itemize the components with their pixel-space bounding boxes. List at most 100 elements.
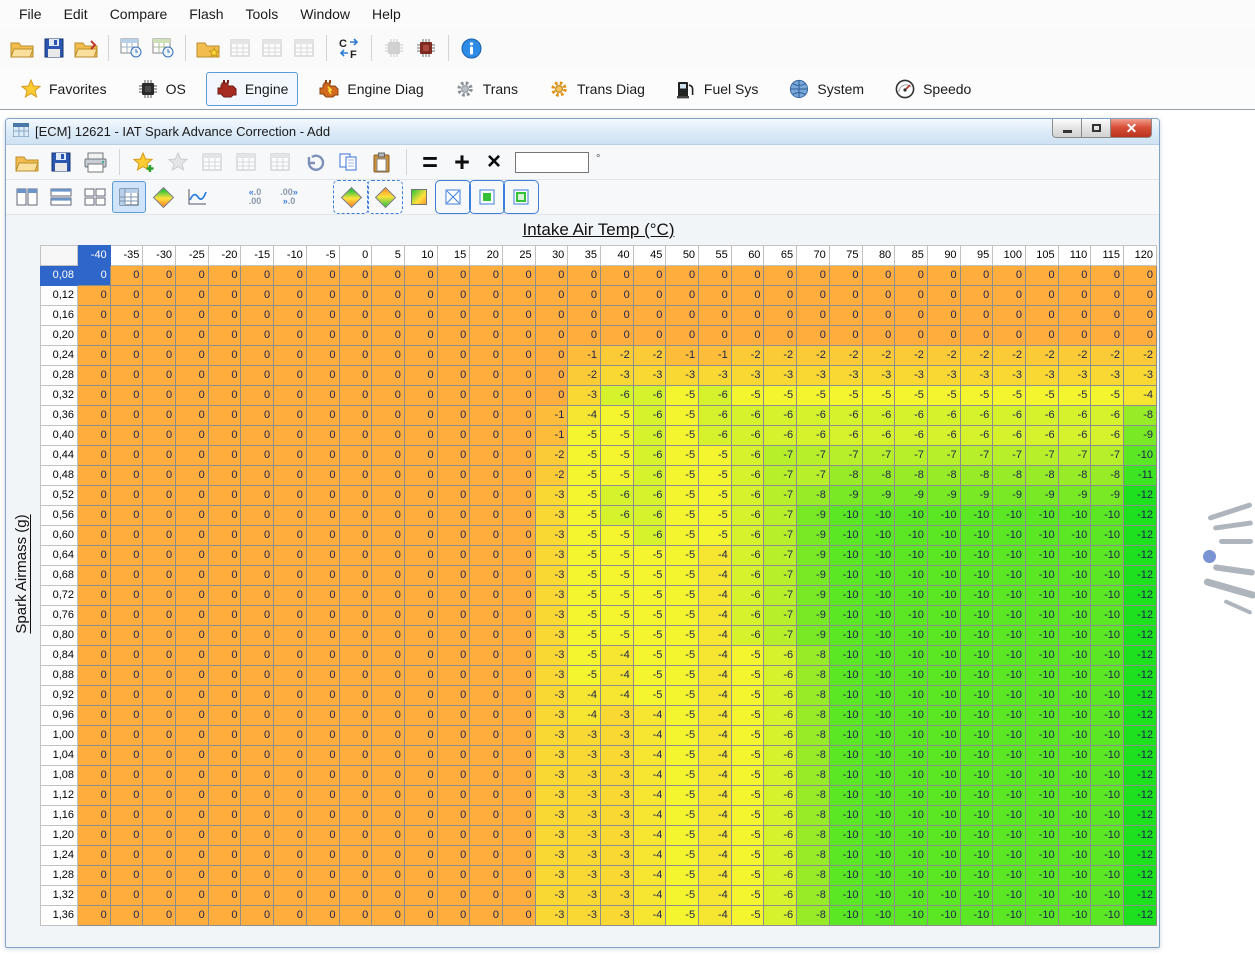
cell[interactable]: -6 [633, 486, 666, 506]
cell[interactable]: 0 [470, 766, 503, 786]
cell[interactable]: -5 [666, 686, 699, 706]
cell[interactable]: -9 [797, 526, 830, 546]
cell[interactable]: -10 [829, 906, 862, 926]
cell[interactable]: -6 [895, 426, 928, 446]
cell[interactable]: 0 [372, 546, 405, 566]
cell[interactable]: 0 [176, 686, 209, 706]
info-button[interactable] [455, 33, 487, 63]
cell[interactable]: 0 [797, 306, 830, 326]
cell[interactable]: -4 [601, 646, 634, 666]
cell[interactable]: 0 [437, 846, 470, 866]
cell[interactable]: 0 [208, 526, 241, 546]
cell[interactable]: 0 [502, 686, 535, 706]
cell[interactable]: -10 [927, 886, 960, 906]
cell[interactable]: 0 [176, 386, 209, 406]
cell[interactable]: -4 [699, 906, 732, 926]
maximize-button[interactable] [1082, 119, 1110, 138]
cell[interactable]: 0 [699, 326, 732, 346]
cell[interactable]: -3 [535, 906, 568, 926]
cell[interactable]: 0 [110, 846, 143, 866]
print-button[interactable] [79, 147, 111, 177]
cell[interactable]: 0 [372, 486, 405, 506]
table-button-2[interactable] [256, 33, 288, 63]
col-header-55[interactable]: 55 [699, 246, 732, 266]
cell[interactable]: -12 [1124, 546, 1157, 566]
cell[interactable]: 0 [633, 326, 666, 346]
cell[interactable]: 0 [78, 866, 111, 886]
cell[interactable]: -10 [1058, 906, 1091, 926]
row-header-0,40[interactable]: 0,40 [41, 426, 78, 446]
cell[interactable]: 0 [110, 586, 143, 606]
col-header--15[interactable]: -15 [241, 246, 274, 266]
cell[interactable]: 0 [502, 726, 535, 746]
cell[interactable]: 0 [306, 806, 339, 826]
cell[interactable]: 0 [699, 266, 732, 286]
cell[interactable]: 0 [143, 806, 176, 826]
cell[interactable]: -5 [927, 386, 960, 406]
cell[interactable]: -10 [960, 726, 993, 746]
close-button[interactable] [1110, 119, 1152, 138]
cell[interactable]: 0 [1058, 306, 1091, 326]
cell[interactable]: -7 [764, 546, 797, 566]
cell[interactable]: -4 [568, 686, 601, 706]
cell[interactable]: -10 [829, 666, 862, 686]
cell[interactable]: -5 [699, 526, 732, 546]
cell[interactable]: 0 [306, 346, 339, 366]
cell[interactable]: -5 [666, 886, 699, 906]
cell[interactable]: -2 [927, 346, 960, 366]
cell[interactable]: 0 [372, 426, 405, 446]
cell[interactable]: 0 [764, 306, 797, 326]
cell[interactable]: -10 [862, 826, 895, 846]
cell[interactable]: -2 [601, 346, 634, 366]
menu-window[interactable]: Window [289, 2, 361, 26]
cell[interactable]: -5 [568, 506, 601, 526]
cell[interactable]: 0 [274, 706, 307, 726]
cell[interactable]: 0 [274, 446, 307, 466]
cell[interactable]: 0 [339, 386, 372, 406]
cell[interactable]: 0 [78, 606, 111, 626]
cell[interactable]: 0 [372, 306, 405, 326]
cell[interactable]: -10 [1058, 706, 1091, 726]
cell[interactable]: -7 [797, 446, 830, 466]
cell[interactable]: 0 [208, 506, 241, 526]
open-button[interactable] [11, 147, 43, 177]
col-header-105[interactable]: 105 [1025, 246, 1058, 266]
cell[interactable]: 0 [339, 346, 372, 366]
menu-compare[interactable]: Compare [99, 2, 179, 26]
cell[interactable]: 0 [502, 506, 535, 526]
cell[interactable]: 0 [241, 326, 274, 346]
cell[interactable]: -9 [960, 486, 993, 506]
cell[interactable]: 0 [208, 646, 241, 666]
cell[interactable]: -5 [666, 406, 699, 426]
cell[interactable]: -10 [960, 766, 993, 786]
cell[interactable]: 0 [110, 486, 143, 506]
cell[interactable]: -12 [1124, 486, 1157, 506]
cell[interactable]: 0 [404, 806, 437, 826]
cell[interactable]: 0 [208, 546, 241, 566]
cell[interactable]: -6 [764, 866, 797, 886]
cell[interactable]: 0 [404, 846, 437, 866]
cell[interactable]: -12 [1124, 526, 1157, 546]
tab-favorites[interactable]: Favorites [10, 72, 117, 106]
cell[interactable]: -8 [1091, 466, 1124, 486]
cell[interactable]: 0 [339, 266, 372, 286]
cell[interactable]: -4 [568, 406, 601, 426]
cell[interactable]: -6 [993, 426, 1026, 446]
cell[interactable]: -10 [993, 906, 1026, 926]
cell[interactable]: -5 [1025, 386, 1058, 406]
cell[interactable]: -6 [764, 746, 797, 766]
cell[interactable]: -3 [601, 906, 634, 926]
cell[interactable]: -10 [829, 566, 862, 586]
cell[interactable]: -4 [699, 666, 732, 686]
cell[interactable]: 0 [404, 306, 437, 326]
cell[interactable]: -5 [568, 526, 601, 546]
cell[interactable]: 0 [339, 526, 372, 546]
cell[interactable]: -4 [568, 706, 601, 726]
cell[interactable]: 0 [208, 766, 241, 786]
row-header-0,60[interactable]: 0,60 [41, 526, 78, 546]
cell[interactable]: -10 [1058, 626, 1091, 646]
cell[interactable]: -10 [960, 906, 993, 926]
cell[interactable]: 0 [568, 266, 601, 286]
cell[interactable]: 0 [797, 266, 830, 286]
cell[interactable]: -4 [699, 766, 732, 786]
